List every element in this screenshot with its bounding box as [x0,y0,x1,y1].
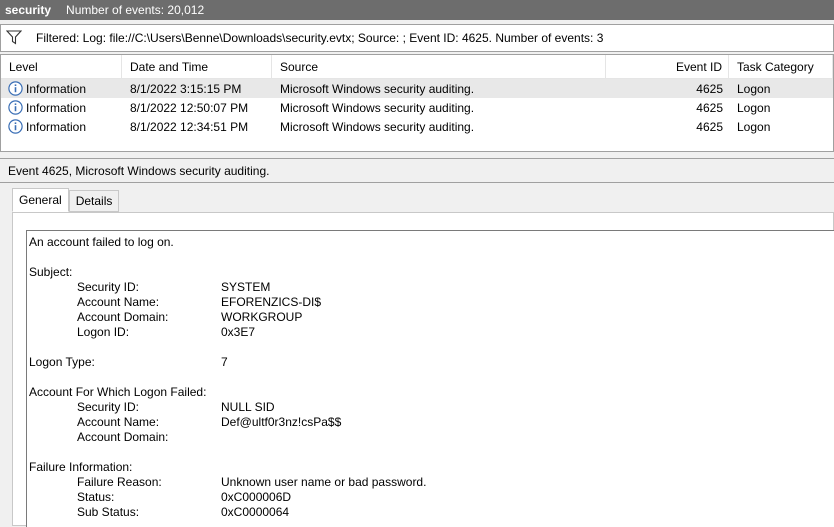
field-label: Status: [77,490,115,504]
log-name: security [5,3,52,17]
information-icon [8,100,23,115]
field-value: Def@ultf0r3nz!csPa$$ [221,415,342,429]
level-text: Information [26,100,87,115]
table-row[interactable]: Information 8/1/2022 12:50:07 PM Microso… [1,98,833,117]
tab-general[interactable]: General [12,188,69,212]
field-label: Security ID: [77,280,140,294]
cell-date: 8/1/2022 12:34:51 PM [130,119,249,134]
table-row[interactable]: Information 8/1/2022 3:15:15 PM Microsof… [1,79,833,98]
cell-source: Microsoft Windows security auditing. [280,100,475,115]
event-message: An account failed to log on. Subject: Se… [29,235,829,520]
field-value: NULL SID [221,400,275,414]
general-tab-panel: An account failed to log on. Subject: Se… [12,212,834,527]
field-value: SYSTEM [221,280,271,294]
cell-source: Microsoft Windows security auditing. [280,119,475,134]
cell-task-category: Logon [737,100,771,115]
filter-bar: Filtered: Log: file://C:\Users\Benne\Dow… [0,24,834,52]
logon-type-label: Logon Type: [29,355,95,369]
cell-date: 8/1/2022 12:50:07 PM [130,100,249,115]
level-text: Information [26,81,87,96]
cell-level: Information [1,119,122,134]
cell-task-category: Logon [737,119,771,134]
events-grid: Level Date and Time Source Event ID Task… [0,54,834,152]
field-label: Account Domain: [77,310,169,324]
event-detail-pane: Event 4625, Microsoft Windows security a… [0,158,834,527]
field-value: 0xC000006D [221,490,292,504]
field-value: Unknown user name or bad password. [221,475,427,489]
event-detail-header: Event 4625, Microsoft Windows security a… [0,159,834,183]
field-label: Account Name: [77,415,160,429]
cell-level: Information [1,100,122,115]
cell-event-id: 4625 [696,119,723,134]
field-label: Security ID: [77,400,140,414]
field-value: 0xC0000064 [221,505,290,519]
table-row[interactable]: Information 8/1/2022 12:34:51 PM Microso… [1,117,833,136]
information-icon [8,119,23,134]
field-value: 0x3E7 [221,325,256,339]
level-text: Information [26,119,87,134]
field-label: Account Domain: [77,430,169,444]
filter-description: Filtered: Log: file://C:\Users\Benne\Dow… [36,31,604,45]
information-icon [8,81,23,96]
failure-info-heading: Failure Information: [29,460,133,474]
subject-heading: Subject: [29,265,73,279]
detail-tabs: General Details [12,188,120,212]
cell-level: Information [1,81,122,96]
column-header-level[interactable]: Level [1,55,122,78]
failed-account-heading: Account For Which Logon Failed: [29,385,207,399]
grid-header: Level Date and Time Source Event ID Task… [1,55,833,79]
cell-event-id: 4625 [696,100,723,115]
tab-details[interactable]: Details [68,190,120,212]
cell-event-id: 4625 [696,81,723,96]
event-message-box[interactable]: An account failed to log on. Subject: Se… [26,230,834,527]
cell-source: Microsoft Windows security auditing. [280,81,475,96]
column-header-task-category[interactable]: Task Category [729,55,833,78]
field-label: Sub Status: [77,505,140,519]
message-intro: An account failed to log on. [29,235,174,249]
field-label: Account Name: [77,295,160,309]
funnel-icon[interactable] [6,30,24,46]
field-label: Failure Reason: [77,475,162,489]
log-title-bar: security Number of events: 20,012 [0,0,834,20]
cell-date: 8/1/2022 3:15:15 PM [130,81,242,96]
cell-task-category: Logon [737,81,771,96]
column-header-source[interactable]: Source [272,55,606,78]
field-value: EFORENZICS-DI$ [221,295,322,309]
column-header-date[interactable]: Date and Time [122,55,272,78]
column-header-event-id[interactable]: Event ID [606,55,729,78]
field-value: WORKGROUP [221,310,303,324]
logon-type-value: 7 [221,355,228,369]
field-label: Logon ID: [77,325,130,339]
event-count: Number of events: 20,012 [66,3,205,17]
